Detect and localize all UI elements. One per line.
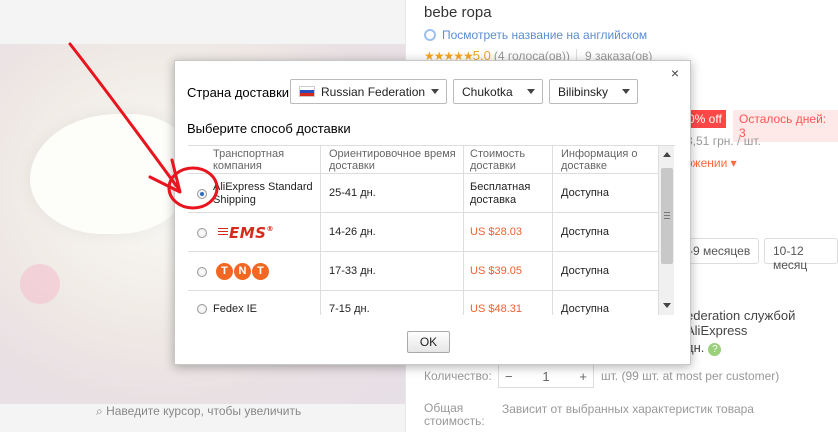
total-note: Зависит от выбранных характеристик товар… (502, 402, 754, 416)
column-header-info: Информация о доставке (561, 148, 638, 172)
zoom-hint: ⌕ Наведите курсор, чтобы увеличить (96, 404, 301, 419)
quantity-note: шт. (99 шт. at most per customer) (601, 369, 780, 383)
delivery-info: Доступна (561, 226, 610, 238)
delivery-time: 17-33 дн. (329, 265, 376, 277)
shipping-radio[interactable] (197, 267, 207, 277)
city-select-value: Bilibinsky (558, 85, 609, 99)
translate-icon (424, 29, 436, 41)
quantity-stepper: − 1 + (498, 364, 594, 388)
shipping-radio[interactable] (197, 189, 207, 199)
shipping-cost: US $48.31 (470, 303, 522, 315)
tnt-logo: TNT (216, 263, 269, 280)
region-select-value: Chukotka (462, 85, 513, 99)
country-label: Страна доставки: (187, 85, 293, 100)
ems-logo: EMS® (218, 224, 274, 242)
column-header-time: Ориентировочное время доставки (329, 148, 456, 172)
delivery-info: Доступна (561, 265, 610, 277)
region-select[interactable]: Chukotka (453, 79, 543, 104)
ems-logo-text: EMS (229, 224, 267, 242)
installment-link[interactable]: ожении ▾ (686, 156, 737, 170)
ems-speed-lines (218, 228, 228, 237)
russia-flag-icon (299, 86, 315, 97)
shipping-summary: ederation службой AliExpress (686, 308, 796, 338)
tnt-logo-letter: T (252, 263, 269, 280)
table-row[interactable]: AliExpress Standard Shipping 25-41 дн. Б… (188, 175, 658, 213)
delivery-time: 25-41 дн. (329, 187, 376, 199)
size-option[interactable]: 10-12 месяц (764, 238, 838, 272)
shipping-radio[interactable] (197, 228, 207, 238)
country-select[interactable]: Russian Federation (290, 79, 447, 104)
scroll-up-icon[interactable] (663, 152, 671, 157)
ok-button[interactable]: OK (407, 331, 450, 353)
delivery-time: 7-15 дн. (329, 303, 370, 315)
table-row[interactable]: TNT 17-33 дн. US $39.05 Доступна (188, 253, 658, 291)
chevron-down-icon (431, 89, 439, 94)
zoom-hint-text: Наведите курсор, чтобы увеличить (106, 404, 302, 418)
product-bow-shape (30, 114, 190, 234)
product-flower-pattern (20, 264, 60, 304)
shipping-days: дн.? (686, 340, 722, 356)
shipping-cost: US $28.03 (470, 226, 522, 238)
shipping-cost: Бесплатная доставка (470, 181, 531, 206)
help-icon[interactable]: ? (708, 343, 722, 356)
chevron-down-icon (527, 89, 535, 94)
scrollbar-thumb[interactable] (661, 168, 673, 264)
column-header-cost: Стоимость доставки (470, 148, 526, 172)
price-per-unit: 3,51 грн. / шт. (686, 134, 761, 148)
quantity-plus-button[interactable]: + (579, 369, 587, 384)
shipping-method-title: Выберите способ доставки (187, 121, 351, 136)
shipping-cost: US $39.05 (470, 265, 522, 277)
country-select-value: Russian Federation (321, 85, 426, 99)
column-header-carrier: Транспортная компания (213, 148, 285, 172)
translate-link[interactable]: Посмотреть название на английском (424, 28, 647, 42)
delivery-info: Доступна (561, 187, 610, 199)
carrier-name: Fedex IE (213, 303, 258, 315)
table-scrollbar[interactable] (658, 146, 674, 315)
shipping-dialog: × Страна доставки: Russian Federation Ch… (174, 60, 691, 365)
tnt-logo-letter: N (234, 263, 251, 280)
size-option[interactable]: -9 месяцев (680, 238, 760, 264)
city-select[interactable]: Bilibinsky (549, 79, 638, 104)
carrier-name: AliExpress Standard Shipping (213, 181, 313, 206)
shipping-radio[interactable] (197, 304, 207, 314)
shipping-methods-table: Транспортная компания Ориентировочное вр… (188, 145, 675, 315)
grip-icon (664, 212, 670, 213)
translate-link-text[interactable]: Посмотреть название на английском (442, 28, 647, 42)
table-header: Транспортная компания Ориентировочное вр… (188, 146, 658, 174)
magnifier-icon: ⌕ (96, 404, 103, 418)
tnt-logo-letter: T (216, 263, 233, 280)
delivery-info: Доступна (561, 303, 610, 315)
quantity-input[interactable]: 1 (542, 369, 549, 384)
total-label: Общая стоимость: (424, 401, 485, 428)
table-row[interactable]: Fedex IE 7-15 дн. US $48.31 Доступна (188, 292, 658, 315)
table-row[interactable]: EMS® 14-26 дн. US $28.03 Доступна (188, 214, 658, 252)
chevron-down-icon (622, 89, 630, 94)
scroll-down-icon[interactable] (663, 303, 671, 308)
delivery-time: 14-26 дн. (329, 226, 376, 238)
quantity-minus-button[interactable]: − (505, 369, 513, 384)
quantity-label: Количество: (424, 369, 492, 383)
close-icon[interactable]: × (668, 66, 682, 80)
product-title: bebe ropa (424, 4, 492, 21)
